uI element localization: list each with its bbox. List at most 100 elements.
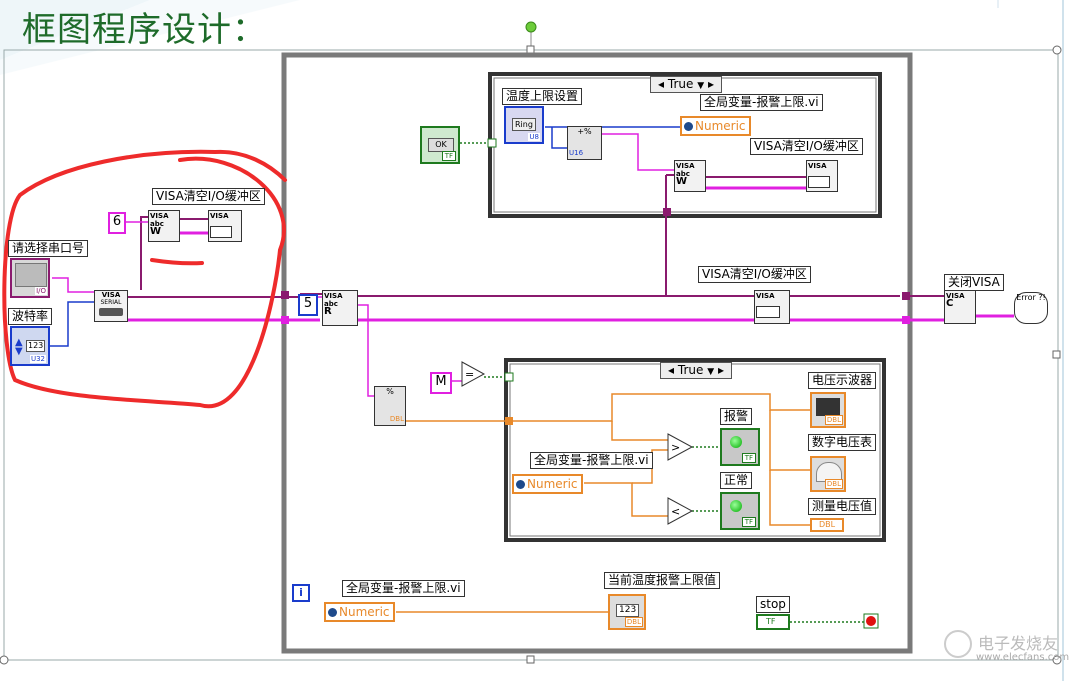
number-to-string-node[interactable]: +% U16	[567, 126, 602, 160]
label-global-alarm-mid: 全局变量-报警上限.vi	[530, 452, 653, 469]
dbl-type-tag: DBL	[824, 415, 843, 425]
serial-text: SERIAL	[100, 299, 122, 306]
io-type-tag: I/O	[35, 287, 47, 295]
read-text: R	[324, 306, 332, 317]
dbl-type-tag: DBL	[624, 617, 643, 627]
label-voltage-scope: 电压示波器	[808, 372, 877, 389]
case-selector-bottom-value: True	[677, 363, 704, 377]
svg-text:<: <	[671, 505, 680, 518]
tf-type-tag: TF	[441, 151, 456, 161]
label-digital-voltmeter: 数字电压表	[808, 434, 877, 451]
serial-connector-icon	[99, 308, 123, 316]
tf-type-tag: TF	[766, 617, 776, 626]
dbl-type-tag: DBL	[818, 520, 836, 529]
label-visa-flush-top: VISA清空I/O缓冲区	[750, 138, 863, 155]
write-text: W	[150, 226, 162, 237]
slide: 框图程序设计： = > < VISA清空I/O缓冲区 请选择串口号 波特率 温度…	[0, 0, 1083, 681]
label-global-alarm-top: 全局变量-报警上限.vi	[700, 94, 823, 111]
current-temp-limit-indicator[interactable]: 123 DBL	[608, 594, 646, 630]
dbl-type-tag: DBL	[824, 479, 843, 489]
led-icon	[730, 500, 742, 512]
label-measured-voltage: 测量电压值	[808, 498, 877, 515]
u8-type-tag: U8	[528, 133, 540, 141]
global-numeric-bottom[interactable]: Numeric	[324, 602, 395, 622]
visa-flush-top[interactable]: VISA	[806, 160, 838, 192]
close-text: C	[946, 298, 954, 309]
chart-icon	[816, 398, 840, 416]
ok-button-terminal[interactable]: OK TF	[420, 126, 460, 164]
write-text: W	[676, 176, 688, 187]
baud-rate-display: 123	[26, 340, 46, 352]
u32-type-tag: U32	[29, 355, 46, 363]
label-normal: 正常	[720, 472, 753, 489]
visa-text: VISA	[101, 291, 121, 299]
global-icon	[516, 480, 525, 489]
error-handler[interactable]: Error ?!	[1014, 292, 1048, 324]
label-serial-port: 请选择串口号	[8, 240, 89, 257]
visa-write-left[interactable]: VISA abc W	[148, 210, 180, 242]
voltage-scope-terminal[interactable]: DBL	[810, 392, 846, 428]
label-baud-rate: 波特率	[8, 308, 53, 325]
stop-button-terminal[interactable]: TF	[756, 614, 790, 630]
tf-type-tag: TF	[741, 453, 756, 463]
global-numeric-top[interactable]: Numeric	[680, 116, 751, 136]
alarm-led[interactable]: TF	[720, 428, 760, 466]
global-numeric-top-text: Numeric	[695, 119, 746, 133]
global-icon	[328, 608, 337, 617]
visa-text: VISA	[150, 212, 169, 220]
flush-icon	[210, 226, 232, 238]
label-close-visa: 关闭VISA	[944, 274, 1004, 291]
scan-from-string-node[interactable]: % DBL	[374, 386, 406, 426]
digital-voltmeter-terminal[interactable]: DBL	[810, 456, 846, 492]
rotate-handle	[525, 21, 537, 33]
label-alarm: 报警	[720, 408, 753, 425]
measured-voltage-terminal[interactable]: DBL	[810, 518, 844, 532]
global-numeric-mid[interactable]: Numeric	[512, 474, 583, 494]
visa-text: VISA	[324, 292, 343, 300]
ok-button-face: OK	[428, 138, 454, 152]
visa-text: VISA	[676, 162, 695, 170]
loop-iteration-terminal: i	[292, 584, 310, 602]
flush-icon	[756, 306, 780, 318]
constant-m[interactable]: M	[430, 372, 452, 394]
global-icon	[684, 122, 693, 131]
label-stop: stop	[756, 596, 790, 613]
visa-text: VISA	[756, 292, 775, 300]
compare-nodes: = > <	[461, 361, 694, 525]
constant-six[interactable]: 6	[108, 212, 126, 234]
visa-configure-serial[interactable]: VISA SERIAL	[94, 290, 128, 322]
watermark-brand: 电子发烧友	[978, 634, 1059, 653]
flush-icon	[808, 176, 830, 188]
temp-limit-ring[interactable]: Ring U8	[504, 106, 544, 144]
constant-five[interactable]: 5	[298, 294, 318, 316]
tf-type-tag: TF	[741, 517, 756, 527]
visa-close[interactable]: VISA C	[944, 290, 976, 324]
svg-text:>: >	[671, 441, 680, 454]
baud-rate-control[interactable]: ▲ ▼ 123 U32	[10, 326, 50, 366]
serial-port-control[interactable]: I/O	[10, 258, 50, 298]
visa-flush-mid[interactable]: VISA	[754, 290, 790, 324]
case-selector-top[interactable]: ◂ True ▼ ▸	[650, 76, 722, 93]
visa-read-main[interactable]: VISA abc R	[322, 290, 358, 326]
chevron-down-icon[interactable]: ▼	[707, 367, 714, 377]
normal-led[interactable]: TF	[720, 492, 760, 530]
label-global-alarm-bottom: 全局变量-报警上限.vi	[342, 580, 465, 597]
case-selector-prev-icon[interactable]: ◂	[668, 363, 674, 377]
u16-type-tag: U16	[569, 149, 584, 157]
stepper-icon: ▲ ▼	[15, 337, 23, 357]
visa-write-top[interactable]: VISA abc W	[674, 160, 706, 192]
case-selector-bottom[interactable]: ◂ True ▼ ▸	[660, 362, 732, 379]
svg-text:=: =	[465, 368, 474, 381]
ring-display: Ring	[512, 118, 536, 131]
visa-text: VISA	[210, 212, 229, 220]
watermark-logo-icon	[944, 630, 972, 658]
case-selector-prev-icon[interactable]: ◂	[658, 77, 664, 91]
label-temp-limit-set: 温度上限设置	[502, 88, 583, 105]
global-numeric-bottom-text: Numeric	[339, 605, 390, 619]
case-selector-next-icon[interactable]: ▸	[718, 363, 724, 377]
visa-flush-left[interactable]: VISA	[208, 210, 242, 242]
led-icon	[730, 436, 742, 448]
dbl-type-tag: DBL	[389, 415, 404, 423]
case-selector-next-icon[interactable]: ▸	[708, 77, 714, 91]
chevron-down-icon[interactable]: ▼	[697, 81, 704, 91]
